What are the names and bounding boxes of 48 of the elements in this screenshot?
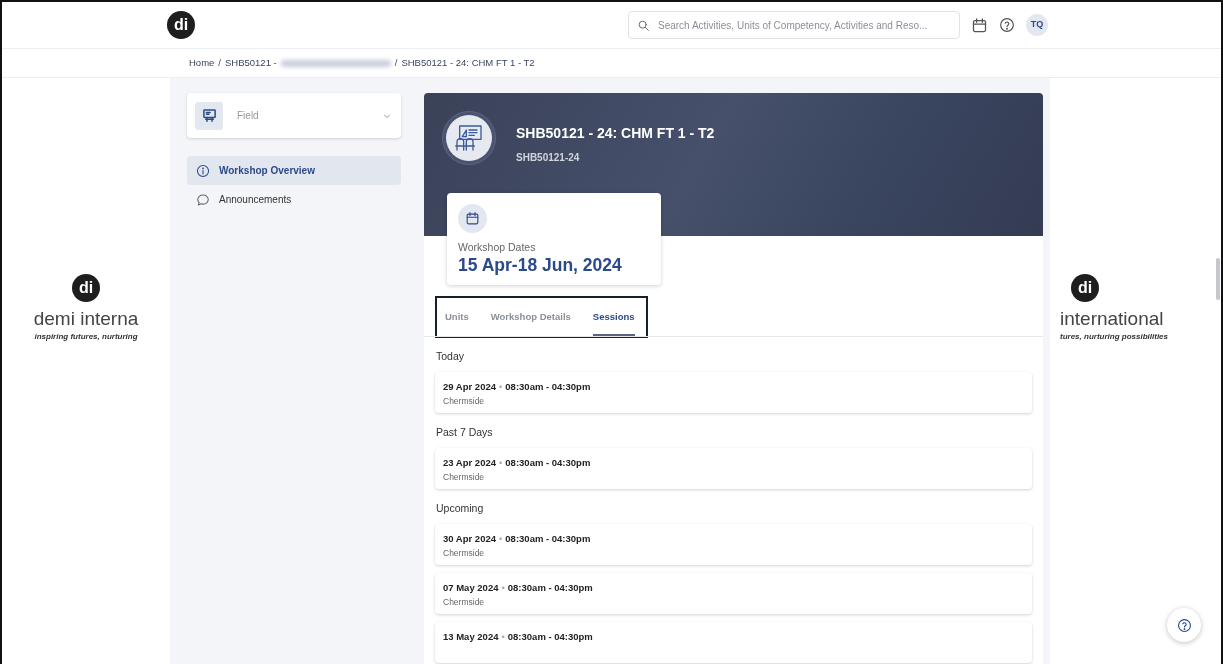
session-location: Chermside	[443, 395, 486, 408]
logo-tagline: inspiring futures, nurturing	[34, 330, 138, 343]
calendar-icon[interactable]	[971, 16, 988, 34]
scrollbar	[1216, 258, 1220, 300]
logo-mark: di	[1071, 274, 1099, 302]
tab[interactable]: Sessions	[592, 298, 635, 337]
search-field[interactable]: Search Activities, Units of Competency, Activities and Reso...	[628, 11, 960, 39]
session-time: 29 Apr 2024 • 08:30am - 04:30pm	[443, 380, 592, 394]
session-card[interactable]: 07 May 2024 • 08:30am - 04:30pm Chermside	[435, 572, 1032, 614]
session-location: Chermside	[443, 595, 486, 609]
dates-label: Workshop Dates	[458, 240, 537, 255]
breadcrumb-separator: /	[218, 55, 221, 70]
sidebar-item[interactable]: Announcements	[187, 185, 401, 214]
user-avatar[interactable]: TQ	[1026, 14, 1048, 36]
breadcrumb-separator: /	[394, 55, 398, 70]
group-heading: Past 7 Days	[436, 425, 494, 440]
search-icon	[637, 19, 650, 32]
group-heading: Today	[436, 349, 466, 365]
logo-wordmark: demi interna	[33, 308, 139, 331]
session-time: 30 Apr 2024 • 08:30am - 04:30pm	[443, 531, 592, 546]
workshop-code: SHB50121-24	[516, 151, 581, 165]
session-time: 13 May 2024 • 08:30am - 04:30pm	[443, 629, 594, 644]
session-card[interactable]: 29 Apr 2024 • 08:30am - 04:30pm Chermside	[435, 372, 1032, 413]
logo-mark: di	[72, 274, 100, 302]
breadcrumb-link[interactable]: SHB50121 -	[225, 55, 277, 71]
session-time: 23 Apr 2024 • 08:30am - 04:30pm	[443, 455, 592, 470]
chat-icon	[196, 192, 210, 207]
info-icon	[196, 163, 210, 178]
session-card[interactable]: 30 Apr 2024 • 08:30am - 04:30pm Chermside	[435, 523, 1032, 565]
logo-mark[interactable]: di	[167, 11, 195, 39]
board-icon	[195, 101, 223, 130]
dates-value: 15 Apr-18 Jun, 2024	[458, 255, 623, 275]
logo-tagline: tures, nurturing possibilities	[1060, 330, 1168, 343]
sidebar-item[interactable]: Workshop Overview	[187, 156, 401, 185]
group-heading: Upcoming	[436, 500, 485, 516]
workshop-title: SHB50121 - 24: CHM FT 1 - T2	[516, 124, 715, 143]
session-location: Chermside	[443, 546, 486, 560]
calendar-icon	[465, 211, 480, 226]
session-time: 07 May 2024 • 08:30am - 04:30pm	[443, 580, 594, 595]
breadcrumb-link[interactable]: SHB50121 - 24: CHM FT 1 - T2	[401, 55, 535, 71]
session-card[interactable]: 13 May 2024 • 08:30am - 04:30pm	[435, 621, 1032, 663]
classroom-icon	[453, 122, 485, 154]
help-icon	[1176, 617, 1192, 633]
session-card[interactable]: 23 Apr 2024 • 08:30am - 04:30pm Chermside	[435, 447, 1032, 489]
breadcrumb-link[interactable]: Home	[189, 55, 215, 71]
logo-wordmark: international	[1060, 308, 1164, 331]
help-icon[interactable]	[999, 17, 1015, 33]
session-location: Chermside	[443, 471, 486, 484]
